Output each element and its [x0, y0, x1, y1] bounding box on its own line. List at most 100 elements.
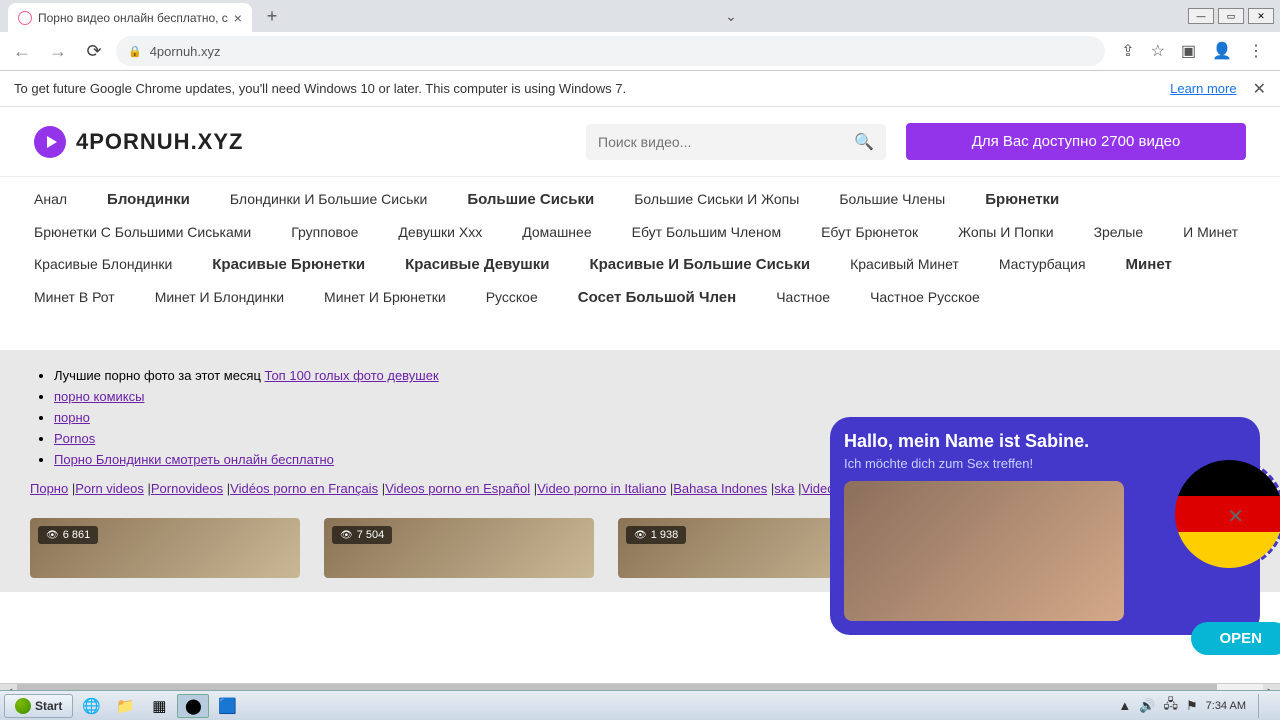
language-link[interactable]: Vidéos porno en Français — [230, 481, 378, 496]
share-icon[interactable]: ⇪ — [1121, 41, 1134, 61]
language-link[interactable]: Pornovideos — [151, 481, 223, 496]
taskbar-app-icon[interactable]: ▦ — [143, 694, 175, 718]
tray-show-hidden-icon[interactable]: ▲ — [1118, 698, 1131, 713]
category-link[interactable]: Минет И Брюнетки — [324, 289, 446, 306]
site-header: 4PORNUH.XYZ 🔍 Для Вас доступно 2700 виде… — [0, 107, 1280, 176]
category-link[interactable]: Частное — [776, 289, 830, 306]
taskbar-chrome-icon[interactable]: ⬤ — [177, 694, 209, 718]
favicon-icon — [18, 11, 32, 25]
learn-more-link[interactable]: Learn more — [1170, 81, 1236, 96]
chrome-infobar: To get future Google Chrome updates, you… — [0, 71, 1280, 107]
lock-icon: 🔒 — [128, 45, 142, 58]
menu-icon[interactable]: ⋮ — [1248, 41, 1264, 61]
profile-icon[interactable]: 👤 — [1212, 41, 1232, 61]
taskbar-ie-icon[interactable]: 🌐 — [75, 694, 107, 718]
language-link[interactable]: Videos porno en Español — [385, 481, 530, 496]
taskbar-edge-icon[interactable]: 🟦 — [211, 694, 243, 718]
reload-button[interactable]: ⟳ — [80, 37, 108, 65]
side-panel-icon[interactable]: ▣ — [1181, 41, 1196, 61]
infobar-text: To get future Google Chrome updates, you… — [14, 81, 626, 96]
language-link[interactable]: Порно — [30, 481, 68, 496]
category-link[interactable]: Жопы И Попки — [958, 224, 1053, 240]
cta-button[interactable]: Для Вас доступно 2700 видео — [906, 123, 1246, 160]
site-logo[interactable]: 4PORNUH.XYZ — [34, 126, 243, 158]
close-icon[interactable]: ✕ — [1227, 504, 1244, 529]
category-link[interactable]: Красивые Блондинки — [34, 256, 172, 273]
category-link[interactable]: Зрелые — [1094, 224, 1144, 240]
link[interactable]: Pornos — [54, 431, 95, 446]
view-count-badge: 6 861 — [38, 526, 98, 544]
search-input[interactable] — [598, 134, 854, 150]
category-link[interactable]: Красивый Минет — [850, 256, 959, 273]
category-link[interactable]: Анал — [34, 191, 67, 208]
view-count-badge: 7 504 — [332, 526, 392, 544]
category-link[interactable]: Блондинки И Большие Сиськи — [230, 191, 427, 208]
close-icon[interactable]: × — [234, 10, 242, 26]
category-link[interactable]: Мастурбация — [999, 256, 1086, 273]
category-link[interactable]: Красивые Брюнетки — [212, 256, 365, 273]
system-tray: ▲ 🔊 🖧 ⚑ 7:34 AM — [1118, 694, 1276, 718]
search-icon[interactable]: 🔍 — [854, 132, 874, 152]
back-button[interactable]: ← — [8, 37, 36, 65]
category-link[interactable]: Красивые И Большие Сиськи — [589, 256, 810, 273]
view-count-badge: 1 938 — [626, 526, 686, 544]
tray-flag-icon[interactable]: ⚑ — [1186, 698, 1198, 714]
minimize-button[interactable]: — — [1188, 8, 1214, 24]
address-bar: ← → ⟳ 🔒 4pornuh.xyz ⇪ ☆ ▣ 👤 ⋮ — [0, 32, 1280, 70]
taskbar: Start 🌐 📁 ▦ ⬤ 🟦 ▲ 🔊 🖧 ⚑ 7:34 AM — [0, 690, 1280, 720]
close-icon[interactable]: ✕ — [1253, 79, 1266, 99]
category-link[interactable]: Большие Сиськи — [467, 191, 594, 208]
language-link[interactable]: Video porno in Italiano — [537, 481, 666, 496]
link[interactable]: порно комиксы — [54, 389, 144, 404]
link[interactable]: Порно Блондинки смотреть онлайн бесплатн… — [54, 452, 334, 467]
tray-network-icon[interactable]: 🖧 — [1163, 695, 1178, 717]
clock[interactable]: 7:34 AM — [1206, 700, 1246, 712]
address-actions: ⇪ ☆ ▣ 👤 ⋮ — [1113, 41, 1272, 61]
category-link[interactable]: Минет И Блондинки — [155, 289, 284, 306]
category-link[interactable]: Ебут Большим Членом — [632, 224, 781, 240]
tray-sound-icon[interactable]: 🔊 — [1139, 698, 1155, 714]
window-controls: — ▭ ✕ — [1188, 8, 1280, 24]
category-link[interactable]: Брюнетки — [985, 191, 1059, 208]
category-link[interactable]: Частное Русское — [870, 289, 980, 306]
link[interactable]: Топ 100 голых фото девушек — [265, 368, 439, 383]
category-link[interactable]: Сосет Большой Член — [578, 289, 736, 306]
chevron-down-icon[interactable]: ⌄ — [725, 8, 737, 25]
show-desktop-button[interactable] — [1258, 694, 1270, 718]
category-link[interactable]: Русское — [486, 289, 538, 306]
category-link[interactable]: Красивые Девушки — [405, 256, 549, 273]
popup-ad[interactable]: Hallo, mein Name ist Sabine. Ich möchte … — [830, 417, 1260, 635]
video-thumbnail[interactable]: 7 504 — [324, 518, 594, 578]
category-link[interactable]: Ебут Брюнеток — [821, 224, 918, 240]
category-link[interactable]: Брюнетки С Большими Сиськами — [34, 224, 251, 240]
url-field[interactable]: 🔒 4pornuh.xyz — [116, 36, 1105, 66]
taskbar-explorer-icon[interactable]: 📁 — [109, 694, 141, 718]
video-thumbnail[interactable]: 6 861 — [30, 518, 300, 578]
new-tab-button[interactable]: + — [258, 2, 286, 30]
category-link[interactable]: Большие Сиськи И Жопы — [634, 191, 799, 208]
category-link[interactable]: Большие Члены — [839, 191, 945, 208]
tab-title: Порно видео онлайн бесплатно, с — [38, 11, 228, 25]
list-item: порно комиксы — [54, 389, 1250, 404]
open-button[interactable]: OPEN — [1191, 622, 1280, 655]
bookmark-icon[interactable]: ☆ — [1151, 41, 1165, 61]
language-link[interactable]: Porn videos — [75, 481, 144, 496]
maximize-button[interactable]: ▭ — [1218, 8, 1244, 24]
language-link[interactable]: Bahasa Indones — [673, 481, 767, 496]
category-link[interactable]: Групповое — [291, 224, 358, 240]
forward-button[interactable]: → — [44, 37, 72, 65]
category-link[interactable]: Минет В Рот — [34, 289, 115, 306]
start-button[interactable]: Start — [4, 694, 73, 718]
category-link[interactable]: Девушки Ххх — [398, 224, 482, 240]
category-link[interactable]: И Минет — [1183, 224, 1238, 240]
url-text: 4pornuh.xyz — [150, 44, 221, 59]
ad-title: Hallo, mein Name ist Sabine. — [844, 431, 1246, 452]
category-link[interactable]: Минет — [1126, 256, 1172, 273]
category-link[interactable]: Домашнее — [522, 224, 591, 240]
close-window-button[interactable]: ✕ — [1248, 8, 1274, 24]
browser-tab[interactable]: Порно видео онлайн бесплатно, с × — [8, 3, 252, 33]
language-link[interactable]: ska — [774, 481, 794, 496]
category-link[interactable]: Блондинки — [107, 191, 190, 208]
link[interactable]: порно — [54, 410, 90, 425]
eye-icon — [46, 529, 59, 541]
